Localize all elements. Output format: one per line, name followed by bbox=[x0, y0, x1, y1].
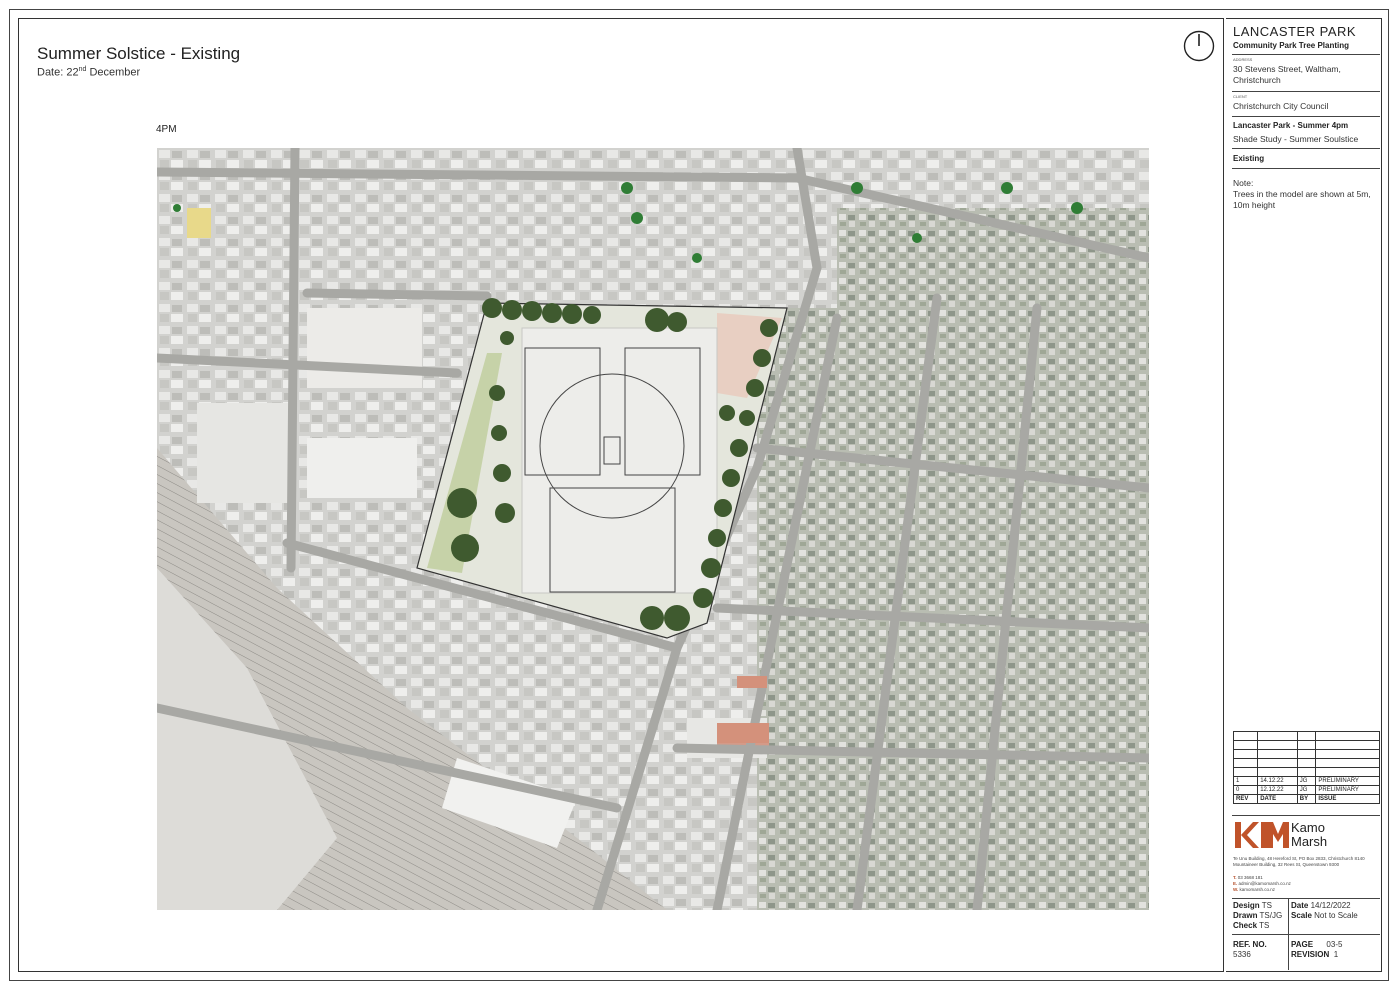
project-name: LANCASTER PARK bbox=[1233, 24, 1357, 39]
rev-issue-cell: PRELIMINARY bbox=[1315, 776, 1380, 786]
company-name-line1: Kamo bbox=[1291, 820, 1325, 835]
rev-cell: 1 bbox=[1232, 776, 1259, 786]
issue-header: ISSUE bbox=[1315, 794, 1380, 804]
rev-header: REV bbox=[1232, 794, 1259, 804]
divider bbox=[1232, 815, 1380, 816]
aerial-site-map bbox=[157, 148, 1149, 910]
divider bbox=[1232, 898, 1380, 899]
website-link[interactable]: kamomarsh.co.nz bbox=[1240, 887, 1276, 892]
table-row: 0 12.12.22 JG PRELIMINARY bbox=[1232, 785, 1380, 795]
date-scale-info: Date 14/12/2022 Scale Not to Scale bbox=[1291, 901, 1358, 920]
client-name: Christchurch City Council bbox=[1233, 101, 1329, 111]
date-header: DATE bbox=[1257, 794, 1298, 804]
drawing-title: Lancaster Park - Summer 4pm bbox=[1233, 121, 1349, 130]
sheet-title: Summer Solstice - Existing bbox=[37, 44, 241, 63]
table-row bbox=[1232, 731, 1380, 741]
design-info: Design TS Drawn TS/JG Check TS bbox=[1233, 901, 1283, 930]
table-header-row: REV DATE BY ISSUE bbox=[1232, 794, 1380, 804]
company-contact: T. 03 3668 181 E. admin@kamomarsh.co.nz … bbox=[1233, 875, 1291, 892]
drawing-subtitle: Shade Study - Summer Soulstice bbox=[1233, 134, 1359, 144]
kamo-marsh-logo-icon bbox=[1235, 822, 1289, 848]
company-name: Kamo Marsh bbox=[1291, 821, 1327, 849]
divider bbox=[1232, 934, 1380, 935]
page-info: PAGE 03-5 REVISION 1 bbox=[1291, 940, 1343, 959]
reference-info: REF. NO. 5336 bbox=[1233, 940, 1267, 959]
table-row bbox=[1232, 749, 1380, 759]
time-label: 4PM bbox=[156, 124, 177, 135]
divider bbox=[1232, 168, 1380, 169]
divider bbox=[1232, 116, 1380, 117]
project-subtitle: Community Park Tree Planting bbox=[1233, 41, 1350, 50]
company-name-line2: Marsh bbox=[1291, 834, 1328, 849]
table-row bbox=[1232, 740, 1380, 750]
address-caption: ADDRESS bbox=[1233, 57, 1253, 62]
office-address-2: Mountaineer Building, 32 Rees St, Queens… bbox=[1233, 862, 1340, 867]
note-text: Trees in the model are shown at 5m, 10m … bbox=[1233, 189, 1371, 210]
note-title: Note: bbox=[1233, 178, 1254, 188]
project-address: 30 Stevens Street, Waltham, Christchurch bbox=[1233, 64, 1341, 85]
table-row bbox=[1232, 758, 1380, 768]
divider bbox=[1232, 91, 1380, 92]
email-link[interactable]: admin@kamomarsh.co.nz bbox=[1239, 881, 1291, 886]
client-caption: CLIENT bbox=[1233, 94, 1248, 99]
north-arrow-icon bbox=[1183, 30, 1215, 62]
sheet-date: Date: 22nd December bbox=[37, 66, 141, 79]
table-row: 1 14.12.22 JG PRELIMINARY bbox=[1232, 776, 1380, 786]
rev-cell: 0 bbox=[1232, 785, 1259, 795]
table-row bbox=[1232, 767, 1380, 777]
divider bbox=[1232, 54, 1380, 55]
phone: 03 3668 181 bbox=[1237, 875, 1263, 880]
rev-date-cell: 14.12.22 bbox=[1257, 776, 1298, 786]
revision-table: 1 14.12.22 JG PRELIMINARY 0 12.12.22 JG … bbox=[1232, 731, 1380, 804]
rev-issue-cell: PRELIMINARY bbox=[1315, 785, 1380, 795]
company-address: Te Unu Building, 48 Hereford St, PO Box … bbox=[1233, 856, 1383, 868]
rev-by-cell: JG bbox=[1296, 776, 1317, 786]
by-header: BY bbox=[1296, 794, 1317, 804]
divider bbox=[1288, 934, 1289, 970]
divider bbox=[1288, 898, 1289, 934]
divider bbox=[1232, 148, 1380, 149]
drawing-status: Existing bbox=[1233, 154, 1265, 163]
rev-by-cell: JG bbox=[1296, 785, 1317, 795]
rev-date-cell: 12.12.22 bbox=[1257, 785, 1298, 795]
